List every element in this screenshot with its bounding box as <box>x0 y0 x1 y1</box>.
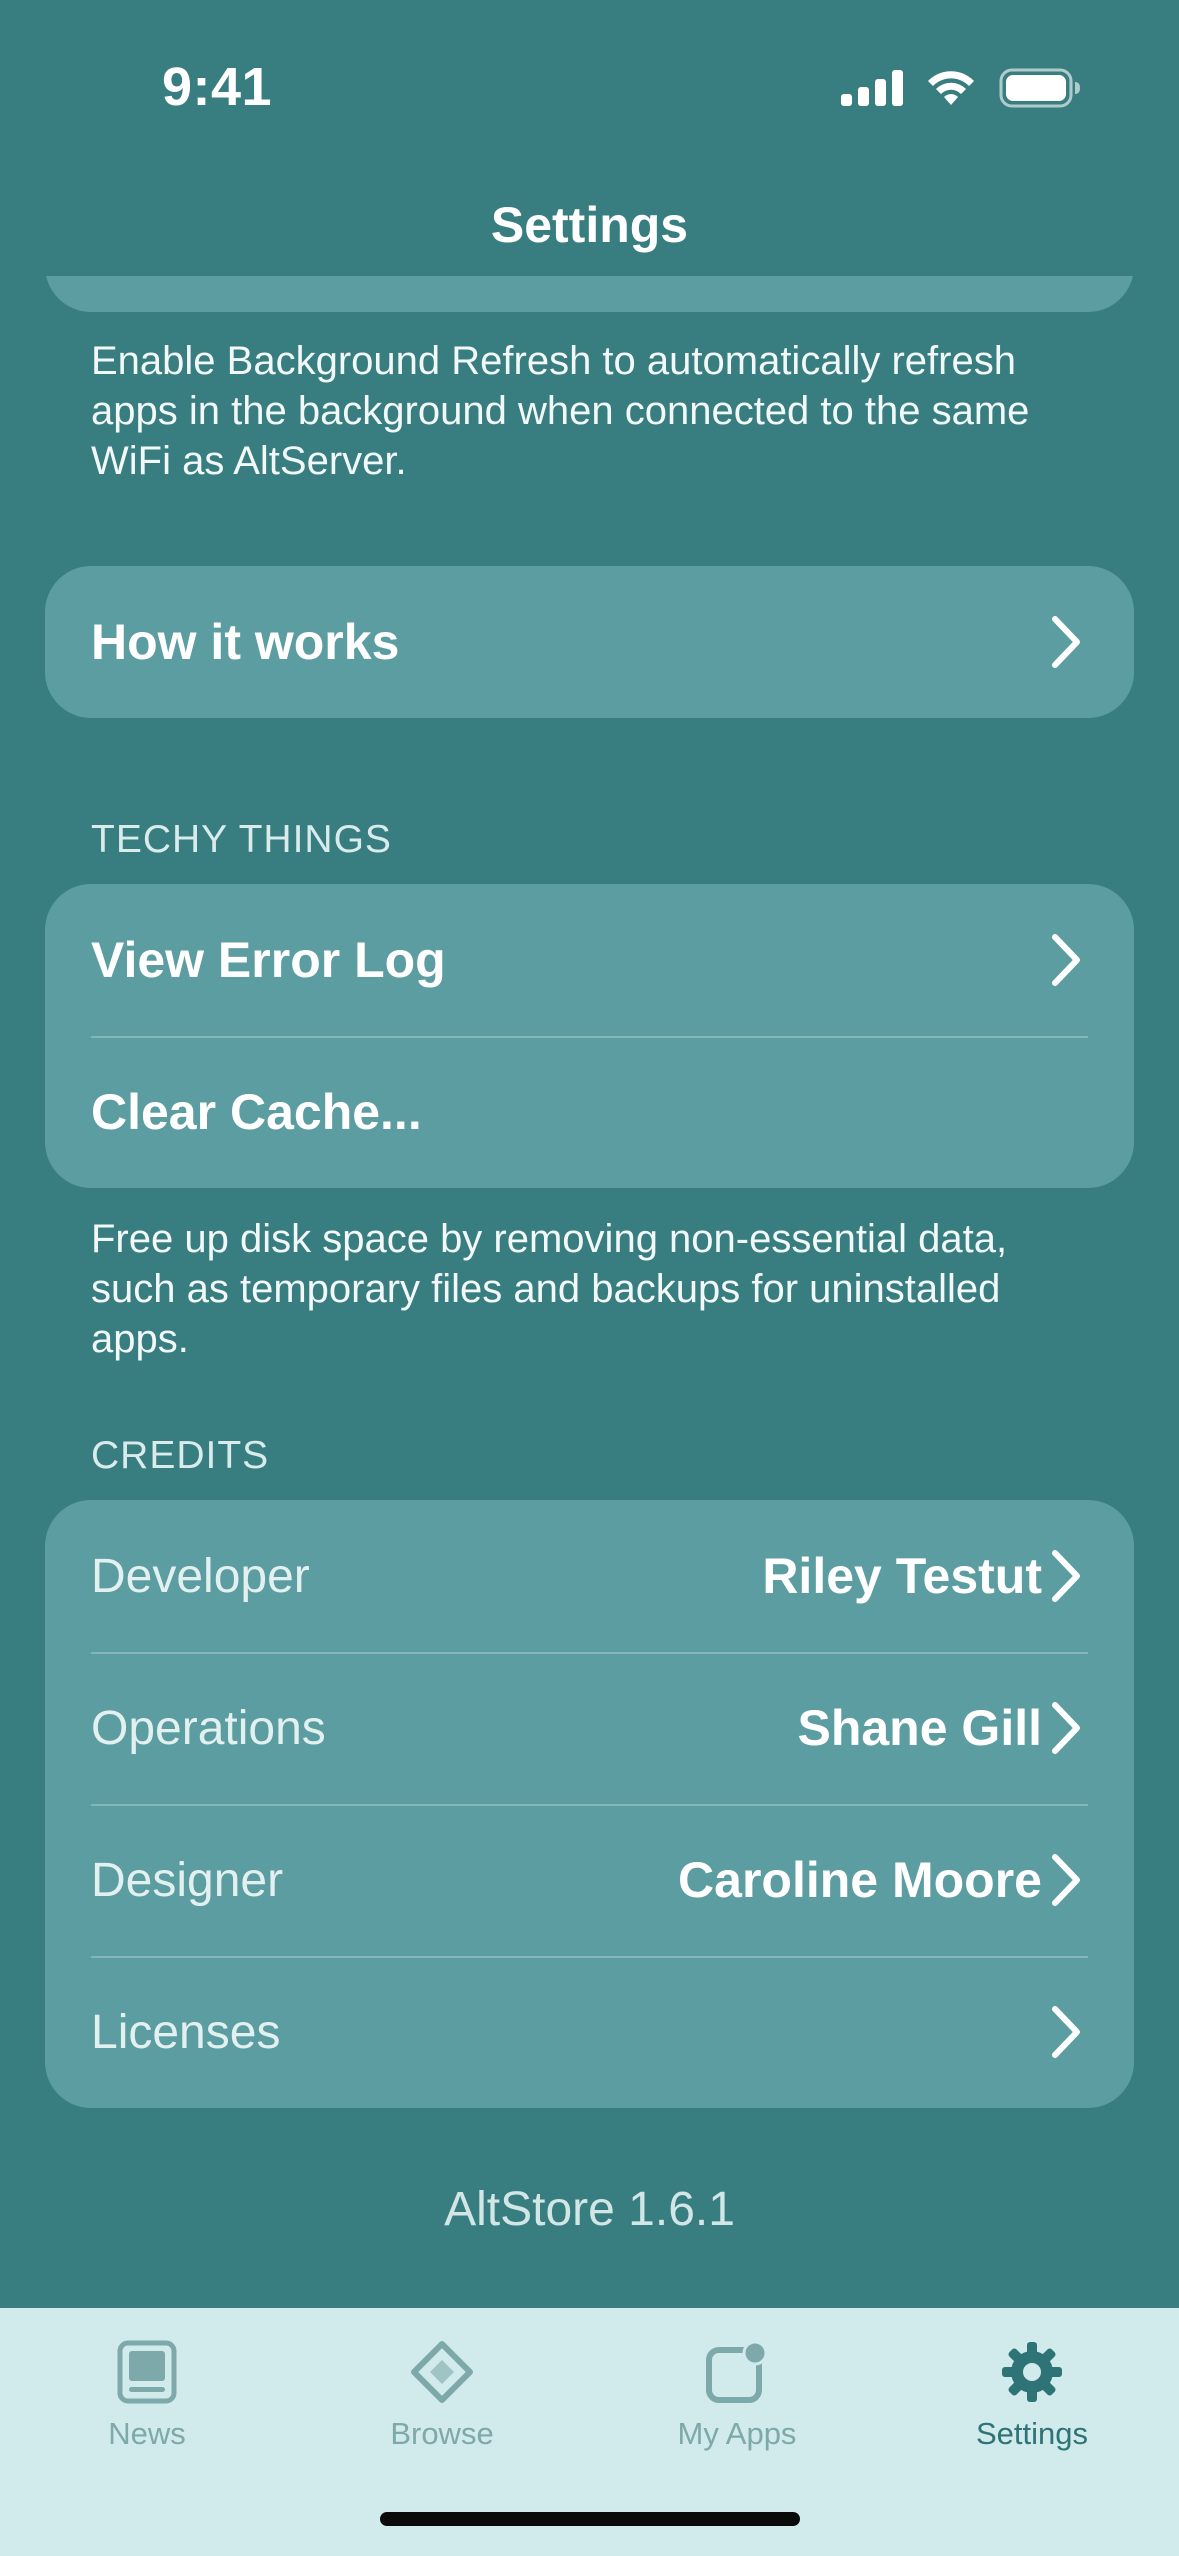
tab-browse[interactable]: Browse <box>295 2330 589 2470</box>
credit-name: Shane Gill <box>797 1700 1042 1756</box>
credits-row-designer[interactable]: Designer Caroline Moore <box>45 1804 1134 1956</box>
news-icon <box>0 2330 294 2414</box>
credit-role-label: Operations <box>91 1701 326 1755</box>
clear-cache-footer: Free up disk space by removing non-essen… <box>91 1217 1008 1361</box>
clear-cache-label: Clear Cache... <box>91 1084 422 1140</box>
battery-icon <box>999 68 1081 108</box>
credit-name: Caroline Moore <box>678 1852 1042 1908</box>
chevron-right-icon <box>1050 614 1082 670</box>
tab-settings[interactable]: Settings <box>885 2330 1179 2470</box>
clear-cache-row[interactable]: Clear Cache... <box>45 1036 1134 1188</box>
background-refresh-footer: Enable Background Refresh to automatical… <box>91 339 1030 483</box>
wifi-icon <box>925 69 977 107</box>
cellular-signal-icon <box>841 70 903 106</box>
status-icons <box>841 66 1081 110</box>
credits-row-developer[interactable]: Developer Riley Testut <box>45 1500 1134 1652</box>
tab-news[interactable]: News <box>0 2330 294 2470</box>
techy-things-card: View Error Log Clear Cache... <box>45 884 1134 1188</box>
view-error-log-row[interactable]: View Error Log <box>45 884 1134 1036</box>
tab-my-apps-label: My Apps <box>677 2416 797 2451</box>
chevron-right-icon <box>1050 1548 1082 1604</box>
view-error-log-label: View Error Log <box>91 932 446 988</box>
browse-icon <box>295 2330 589 2414</box>
chevron-right-icon <box>1050 1700 1082 1756</box>
how-it-works-row[interactable]: How it works <box>45 566 1134 718</box>
credits-row-licenses[interactable]: Licenses <box>45 1956 1134 2108</box>
home-indicator[interactable] <box>380 2512 800 2526</box>
credit-name: Riley Testut <box>762 1548 1042 1604</box>
my-apps-icon <box>590 2330 884 2414</box>
how-it-works-card: How it works <box>45 566 1134 718</box>
credits-row-operations[interactable]: Operations Shane Gill <box>45 1652 1134 1804</box>
credit-role-label: Licenses <box>91 2005 281 2059</box>
chevron-right-icon <box>1050 2004 1082 2060</box>
settings-gear-icon <box>885 2330 1179 2414</box>
tab-settings-label: Settings <box>975 2416 1088 2451</box>
page-title: Settings <box>490 197 689 253</box>
credit-role-label: Designer <box>91 1853 284 1907</box>
tab-my-apps[interactable]: My Apps <box>590 2330 884 2470</box>
chevron-right-icon <box>1050 1852 1082 1908</box>
tab-browse-label: Browse <box>390 2416 494 2451</box>
chevron-right-icon <box>1050 932 1082 988</box>
how-it-works-label: How it works <box>91 614 400 670</box>
credits-header: CREDITS <box>91 1434 270 1477</box>
techy-things-header: TECHY THINGS <box>91 818 392 861</box>
tab-news-label: News <box>108 2416 186 2451</box>
app-version: AltStore 1.6.1 <box>444 2183 735 2236</box>
status-time: 9:41 <box>162 57 273 117</box>
credits-card: Developer Riley Testut Operations Shane … <box>45 1500 1134 2108</box>
settings-screen: 9:41 Settings Enable Background Refresh … <box>0 0 1179 2556</box>
credit-role-label: Developer <box>91 1549 310 1603</box>
status-bar: 9:41 <box>0 0 1179 170</box>
